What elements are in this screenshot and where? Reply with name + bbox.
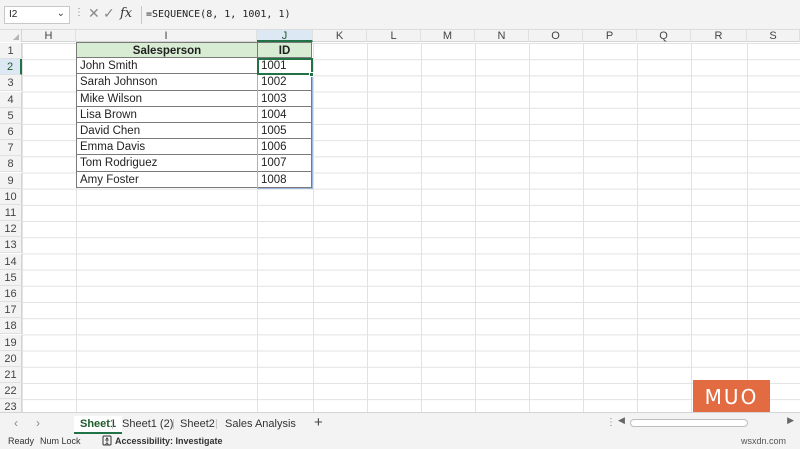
gridline	[313, 43, 314, 412]
row-header-18[interactable]: 18	[0, 318, 22, 335]
name-box-value: I2	[9, 9, 18, 20]
row-header-5[interactable]: 5	[0, 107, 22, 124]
tab-sheet1[interactable]: Sheet1	[74, 416, 123, 434]
cell-id[interactable]: 1004	[257, 106, 312, 123]
accessibility-icon[interactable]	[102, 435, 112, 446]
header-id[interactable]: ID	[257, 42, 312, 59]
row-header-22[interactable]: 22	[0, 383, 22, 400]
formula-input[interactable]: =SEQUENCE(8, 1, 1001, 1)	[146, 6, 786, 24]
row-header-13[interactable]: 13	[0, 237, 22, 254]
column-headers: H I J K L M N O P Q R S	[0, 30, 800, 42]
tab-sheet2[interactable]: Sheet2	[174, 416, 221, 434]
scrollbar-thumb[interactable]	[630, 419, 748, 427]
row-header-6[interactable]: 6	[0, 124, 22, 140]
cancel-icon[interactable]: ✕	[88, 5, 100, 22]
gridline	[529, 43, 530, 412]
row-header-3[interactable]: 3	[0, 75, 22, 92]
enter-icon[interactable]: ✓	[103, 5, 115, 22]
formula-separator	[141, 6, 142, 24]
column-header-h[interactable]: H	[22, 30, 76, 42]
row-header-17[interactable]: 17	[0, 302, 22, 319]
cell-id[interactable]: 1005	[257, 123, 312, 140]
status-accessibility[interactable]: Accessibility: Investigate	[115, 436, 223, 446]
column-header-i[interactable]: I	[76, 30, 257, 42]
column-header-m[interactable]: M	[421, 30, 475, 42]
row-header-15[interactable]: 15	[0, 269, 22, 286]
row-header-23[interactable]: 23	[0, 399, 22, 412]
name-box[interactable]: I2 ⌄	[4, 6, 70, 24]
row-header-10[interactable]: 10	[0, 188, 22, 205]
row-header-19[interactable]: 19	[0, 334, 22, 351]
header-salesperson[interactable]: Salesperson	[76, 42, 258, 59]
gridline	[367, 43, 368, 412]
chevron-right-icon[interactable]: ›	[36, 416, 40, 430]
cell-salesperson[interactable]: Mike Wilson	[76, 90, 258, 107]
row-header-7[interactable]: 7	[0, 140, 22, 157]
row-header-11[interactable]: 11	[0, 205, 22, 221]
gridline	[475, 43, 476, 412]
tab-sales-analysis[interactable]: Sales Analysis	[219, 416, 302, 434]
column-header-q[interactable]: Q	[637, 30, 691, 42]
more-icon: ⋮	[74, 7, 85, 18]
row-header-12[interactable]: 12	[0, 221, 22, 238]
cell-salesperson[interactable]: Sarah Johnson	[76, 74, 258, 91]
gridline	[747, 43, 748, 412]
scroll-right-icon[interactable]: ▶	[787, 415, 794, 426]
row-header-16[interactable]: 16	[0, 286, 22, 302]
tab-sheet1-2[interactable]: Sheet1 (2)	[116, 416, 179, 434]
column-header-j[interactable]: J	[257, 30, 313, 42]
cell-salesperson[interactable]: Emma Davis	[76, 139, 258, 156]
cell-id[interactable]: 1008	[257, 171, 312, 188]
cell-salesperson[interactable]: David Chen	[76, 123, 258, 140]
cell-id[interactable]: 1007	[257, 155, 312, 172]
row-header-2[interactable]: 2	[0, 59, 22, 76]
gridline	[637, 43, 638, 412]
gridline	[583, 43, 584, 412]
cell-id[interactable]: 1002	[257, 74, 312, 91]
column-header-r[interactable]: R	[691, 30, 747, 42]
column-header-s[interactable]: S	[747, 30, 800, 42]
insert-function-icon[interactable]: fx	[120, 6, 132, 21]
gridline	[691, 43, 692, 412]
select-all-corner[interactable]	[0, 30, 22, 42]
cell-salesperson[interactable]: John Smith	[76, 58, 258, 75]
row-header-8[interactable]: 8	[0, 156, 22, 173]
tab-divider	[216, 419, 217, 429]
more-icon[interactable]: ⋮	[606, 417, 616, 428]
gridline	[421, 43, 422, 412]
column-header-p[interactable]: P	[583, 30, 637, 42]
cell-salesperson[interactable]: Amy Foster	[76, 171, 258, 188]
row-header-20[interactable]: 20	[0, 350, 22, 367]
chevron-down-icon[interactable]: ⌄	[57, 8, 65, 19]
cell-id[interactable]: 1006	[257, 139, 312, 156]
column-header-k[interactable]: K	[313, 30, 367, 42]
cell-id[interactable]: 1001	[257, 58, 312, 75]
column-header-l[interactable]: L	[367, 30, 421, 42]
sheet-tabs-bar: ‹ › Sheet1 Sheet1 (2) Sheet2 Sales Analy…	[0, 412, 800, 434]
site-watermark: wsxdn.com	[741, 436, 787, 446]
cell-salesperson[interactable]: Tom Rodriguez	[76, 155, 258, 172]
cell-id[interactable]: 1003	[257, 90, 312, 107]
row-header-1[interactable]: 1	[0, 43, 22, 59]
row-header-21[interactable]: 21	[0, 367, 22, 383]
row-header-14[interactable]: 14	[0, 253, 22, 270]
row-header-4[interactable]: 4	[0, 91, 22, 108]
chevron-left-icon[interactable]: ‹	[14, 416, 18, 430]
muo-logo: MUO	[693, 380, 770, 414]
scroll-left-icon[interactable]: ◀	[618, 415, 625, 426]
cell-salesperson[interactable]: Lisa Brown	[76, 106, 258, 123]
status-ready: Ready	[8, 436, 35, 446]
status-num-lock: Num Lock	[40, 436, 81, 446]
column-header-n[interactable]: N	[475, 30, 529, 42]
fill-handle[interactable]	[309, 72, 314, 77]
add-sheet-button[interactable]: +	[314, 414, 323, 431]
status-bar: Ready Num Lock Accessibility: Investigat…	[0, 434, 800, 449]
row-header-9[interactable]: 9	[0, 172, 22, 189]
column-header-o[interactable]: O	[529, 30, 583, 42]
formula-bar: I2 ⌄ ⋮ ✕ ✓ fx =SEQUENCE(8, 1, 1001, 1)	[0, 0, 800, 30]
horizontal-scrollbar[interactable]: ◀ ▶	[618, 415, 794, 428]
tab-divider	[112, 419, 113, 429]
